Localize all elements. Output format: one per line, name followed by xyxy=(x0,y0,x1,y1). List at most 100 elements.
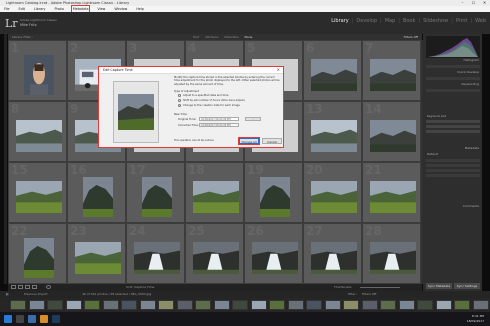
module-book[interactable]: Book xyxy=(403,18,415,24)
photo-thumbnail[interactable] xyxy=(133,241,180,274)
secondary-window-icon[interactable]: ◧ xyxy=(6,291,9,298)
filmstrip-thumbnail[interactable] xyxy=(380,300,396,310)
grid-cell[interactable]: 19 xyxy=(244,162,303,223)
metadata-preset-select[interactable]: Default xyxy=(427,152,438,156)
filmstrip-thumbnail[interactable] xyxy=(435,300,452,310)
filmstrip-thumbnail[interactable] xyxy=(65,300,82,310)
left-panel-collapsed[interactable] xyxy=(4,34,7,284)
change-all-button[interactable]: Change All xyxy=(238,137,260,145)
filmstrip-thumbnail[interactable] xyxy=(250,300,267,310)
taskbar-clock[interactable]: 8:41 PM 18/09/2017 xyxy=(467,314,484,323)
option-shift-hours[interactable]: Shift by set number of hours (time zone … xyxy=(178,99,245,102)
taskbar-app-icon[interactable] xyxy=(40,315,48,323)
photo-thumbnail[interactable] xyxy=(23,237,54,278)
option-creation-date[interactable]: Change to the creation date for each ima… xyxy=(178,104,240,107)
search-icon[interactable] xyxy=(16,315,24,323)
radio-button[interactable] xyxy=(178,104,181,107)
quick-develop-header[interactable]: Quick Develop xyxy=(457,70,479,74)
filmstrip-thumbnail[interactable] xyxy=(417,300,433,310)
filmstrip-thumbnail[interactable] xyxy=(287,300,304,310)
filmstrip-thumbnail[interactable] xyxy=(195,300,211,310)
filmstrip-thumbnail[interactable] xyxy=(158,300,174,310)
sort-order-label[interactable]: Sort: Capture Time xyxy=(126,284,154,291)
filmstrip-thumbnail[interactable] xyxy=(84,300,100,310)
module-develop[interactable]: Develop xyxy=(356,18,377,24)
module-slideshow[interactable]: Slideshow xyxy=(423,18,448,24)
photo-thumbnail[interactable] xyxy=(15,180,62,213)
photo-thumbnail[interactable] xyxy=(192,180,239,213)
grid-cell[interactable]: 14 xyxy=(362,101,421,162)
grid-cell[interactable]: 15 xyxy=(8,162,67,223)
grid-cell[interactable]: 24 xyxy=(126,223,185,284)
grid-cell[interactable]: 16 xyxy=(67,162,126,223)
photo-thumbnail[interactable] xyxy=(310,180,357,213)
filmstrip-thumbnail[interactable] xyxy=(306,300,322,310)
compare-view-icon[interactable] xyxy=(25,285,30,289)
start-icon[interactable] xyxy=(4,315,12,323)
filmstrip-thumbnail[interactable] xyxy=(213,300,230,310)
grid-cell[interactable]: 26 xyxy=(244,223,303,284)
filmstrip-thumbnail[interactable] xyxy=(176,300,193,310)
taskbar-app-icon[interactable] xyxy=(28,315,36,323)
grid-cell[interactable]: 21 xyxy=(362,162,421,223)
loupe-view-icon[interactable] xyxy=(18,285,23,289)
sync-metadata-button[interactable]: Sync Metadata xyxy=(426,283,452,289)
grid-cell[interactable]: 6 xyxy=(303,40,362,101)
photo-thumbnail[interactable] xyxy=(15,119,62,152)
survey-view-icon[interactable] xyxy=(32,285,37,289)
filmstrip-thumbnail[interactable] xyxy=(139,300,156,310)
radio-button[interactable] xyxy=(178,94,181,97)
filmstrip-thumbnail[interactable] xyxy=(398,300,415,310)
filmstrip-thumbnail[interactable] xyxy=(232,300,248,310)
filmstrip-thumbnail[interactable] xyxy=(324,300,341,310)
photo-thumbnail[interactable] xyxy=(369,119,416,152)
grid-cell[interactable]: 1 xyxy=(8,40,67,101)
grid-cell[interactable]: 23 xyxy=(67,223,126,284)
option-specified-date[interactable]: Adjust to a specified date and time xyxy=(178,94,228,97)
filmstrip-thumbnail[interactable] xyxy=(269,300,285,310)
filmstrip-thumbnail[interactable] xyxy=(454,300,470,310)
grid-cell[interactable]: 8 xyxy=(8,101,67,162)
photo-thumbnail[interactable] xyxy=(74,241,121,274)
photo-thumbnail[interactable] xyxy=(369,180,416,213)
module-print[interactable]: Print xyxy=(456,18,468,24)
metadata-header[interactable]: Metadata xyxy=(465,146,479,150)
grid-view-icon[interactable] xyxy=(11,285,16,289)
filmstrip-thumbnail[interactable] xyxy=(102,300,119,310)
grid-cell[interactable]: 18 xyxy=(185,162,244,223)
grid-cell[interactable]: 17 xyxy=(126,162,185,223)
photo-thumbnail[interactable] xyxy=(192,241,239,274)
painter-icon[interactable] xyxy=(46,285,51,289)
hour-shift-stepper[interactable]: 0 xyxy=(245,117,261,121)
photo-thumbnail[interactable] xyxy=(141,176,172,217)
grid-cell[interactable]: 7 xyxy=(362,40,421,101)
grid-cell[interactable]: 13 xyxy=(303,101,362,162)
corrected-time-field[interactable]: 16/09/2017 08:22:09 PM xyxy=(199,123,239,127)
photo-thumbnail[interactable] xyxy=(82,176,113,217)
filmstrip-thumbnail[interactable] xyxy=(28,300,45,310)
keyword-list-header[interactable]: Keyword List xyxy=(427,114,446,118)
photo-thumbnail[interactable] xyxy=(259,176,290,217)
comments-header[interactable]: Comments xyxy=(463,204,479,208)
photo-thumbnail[interactable] xyxy=(23,54,54,95)
cancel-button[interactable]: Cancel xyxy=(262,138,282,144)
grid-cell[interactable]: 22 xyxy=(8,223,67,284)
filmstrip-thumbnail[interactable] xyxy=(121,300,137,310)
grid-cell[interactable]: 28 xyxy=(362,223,421,284)
photo-thumbnail[interactable] xyxy=(369,58,416,91)
thumbnail-size-slider[interactable] xyxy=(360,287,400,288)
filmstrip-source[interactable]: Previous Import xyxy=(24,291,48,298)
grid-cell[interactable]: 20 xyxy=(303,162,362,223)
dialog-close-icon[interactable]: ✕ xyxy=(277,67,280,73)
photo-thumbnail[interactable] xyxy=(310,119,357,152)
module-map[interactable]: Map xyxy=(385,18,396,24)
filmstrip-thumbnail[interactable] xyxy=(361,300,378,310)
photo-thumbnail[interactable] xyxy=(251,241,298,274)
sync-settings-button[interactable]: Sync Settings xyxy=(454,283,480,289)
filmstrip-thumbnail[interactable] xyxy=(343,300,359,310)
lightroom-taskbar-icon[interactable] xyxy=(52,315,60,323)
module-library[interactable]: Library xyxy=(331,18,348,24)
grid-cell[interactable]: 25 xyxy=(185,223,244,284)
photo-thumbnail[interactable] xyxy=(369,241,416,274)
module-web[interactable]: Web xyxy=(475,18,486,24)
